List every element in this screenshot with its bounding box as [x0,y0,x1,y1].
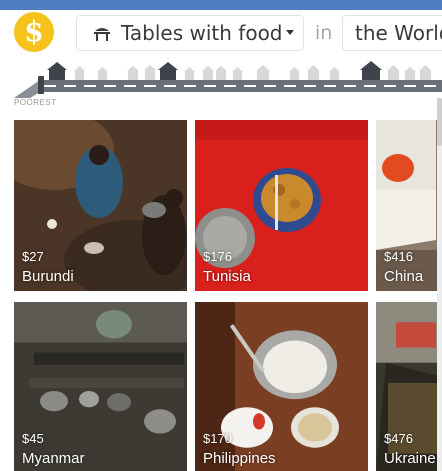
card-country: Tunisia [203,268,251,285]
place-select[interactable]: the World [342,15,442,51]
table-icon [94,28,110,41]
connector-label: in [315,22,333,44]
card-price: $176 [203,249,232,264]
place-label: the World [355,21,442,45]
photo-tunisia [195,120,368,291]
topic-select[interactable]: Tables with food [76,15,304,51]
card-price: $416 [384,249,413,264]
card-country: Burundi [22,268,74,285]
card-country: China [384,268,424,285]
card-price: $476 [384,431,413,446]
top-strip [0,0,442,10]
card-price: $27 [22,249,44,264]
card-country: Myanmar [22,450,85,467]
photo-card-philippines[interactable]: $170 Philippines [195,302,368,471]
photo-china [376,120,442,291]
logo-symbol: $ [24,15,44,48]
photo-burundi [14,120,187,291]
scrollbar[interactable] [437,98,442,471]
dollar-street-logo[interactable]: $ [14,12,54,52]
street-range-handle-left[interactable] [38,76,44,94]
photo-card-ukraine[interactable]: $476 Ukraine [376,302,442,471]
card-price: $45 [22,431,44,446]
photo-card-myanmar[interactable]: $45 Myanmar [14,302,187,471]
card-price: $170 [203,431,232,446]
income-street[interactable] [0,58,442,98]
card-country: Ukraine [384,450,436,467]
scrollbar-thumb[interactable] [437,98,442,146]
photo-grid: $27 Burundi $176 Tunisia $416 China $45 … [0,120,442,471]
card-country: Philippines [203,450,276,467]
street-road [38,80,442,92]
street-road-edge [14,80,40,98]
poorest-label: POOREST [14,98,57,107]
photo-card-burundi[interactable]: $27 Burundi [14,120,187,291]
chevron-down-icon [286,30,294,35]
photo-card-tunisia[interactable]: $176 Tunisia [195,120,368,291]
topic-label: Tables with food [121,21,283,45]
photo-card-china[interactable]: $416 China [376,120,442,291]
